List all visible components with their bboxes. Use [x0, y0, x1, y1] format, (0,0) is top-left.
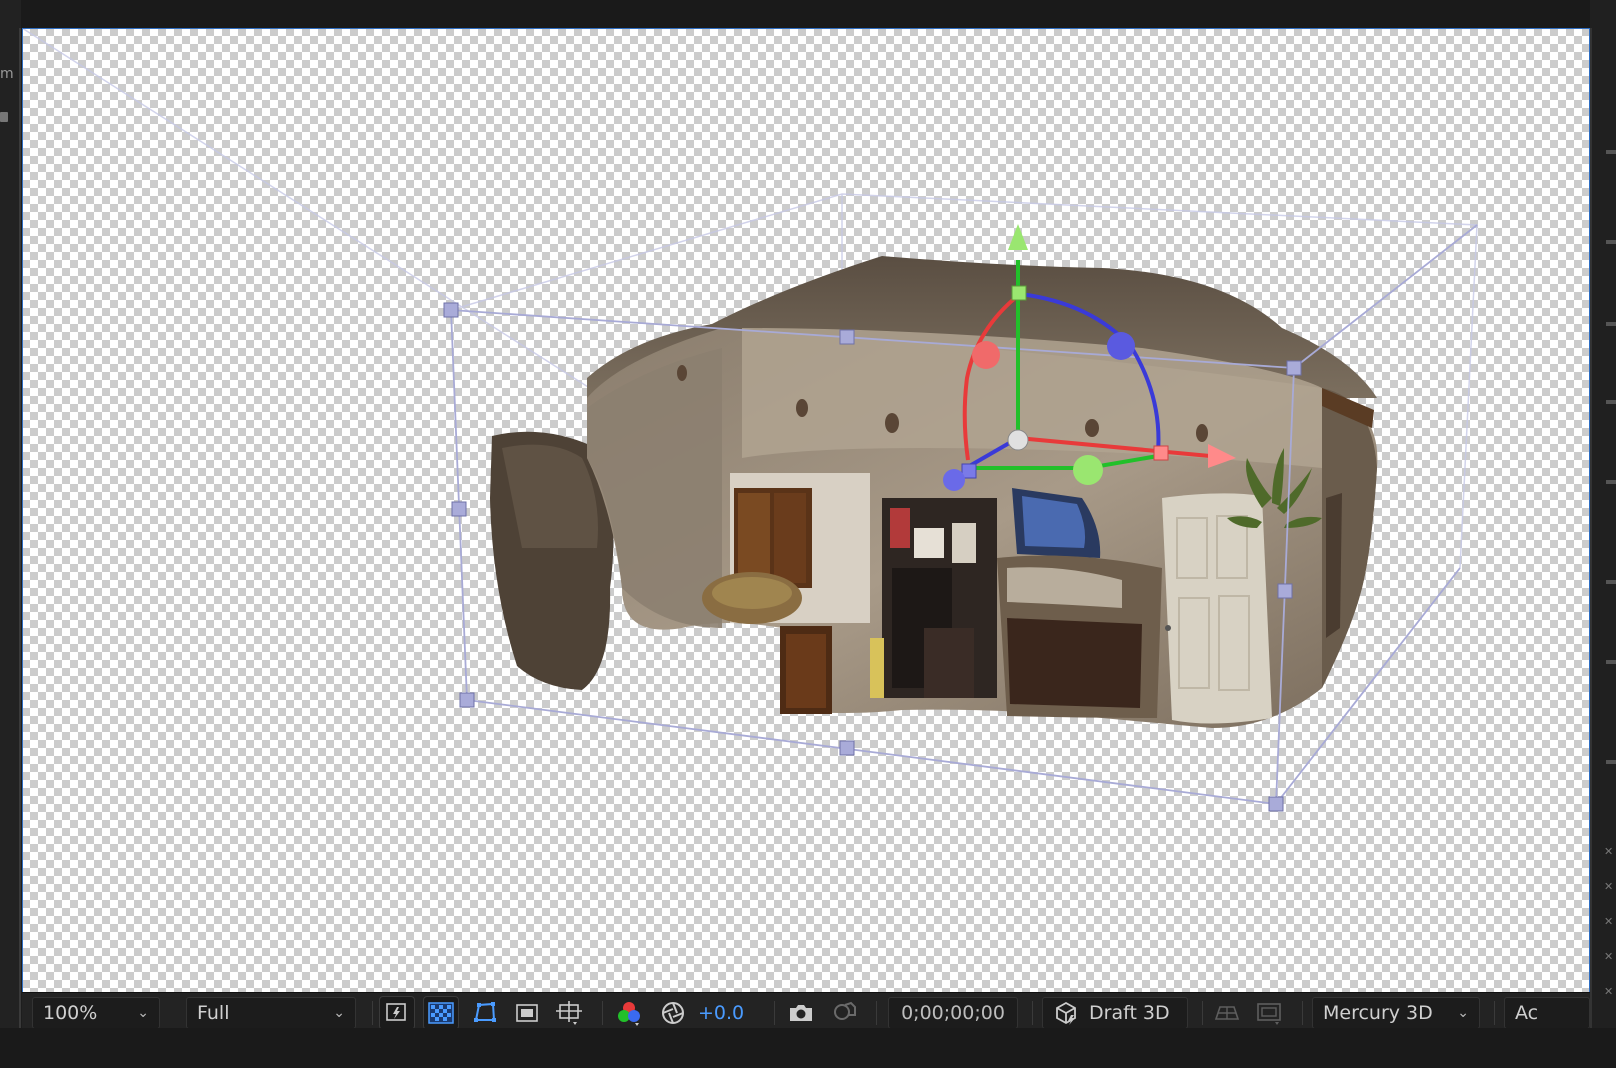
safe-margins-icon: [556, 1001, 582, 1025]
composition-viewer[interactable]: [22, 28, 1590, 992]
active-camera-dropdown[interactable]: Ac: [1504, 997, 1590, 1029]
left-panel-divider[interactable]: [19, 28, 21, 1028]
viewer-scene: [22, 28, 1478, 812]
toolbar-divider: [1032, 1001, 1033, 1025]
panel-tick: [1606, 660, 1616, 664]
show-snapshot-button[interactable]: [828, 997, 862, 1029]
region-of-interest-icon: [516, 1004, 538, 1022]
channels-button[interactable]: [612, 997, 646, 1029]
exposure-value[interactable]: +0.0: [698, 997, 744, 1029]
chevron-down-icon: ⌄: [1457, 1005, 1469, 1021]
draft-3d-cube-icon: [1056, 1001, 1076, 1025]
close-icon[interactable]: ✕: [1604, 880, 1613, 893]
resolution-dropdown[interactable]: Full ⌄: [186, 997, 356, 1029]
draft-3d-label: Draft 3D: [1089, 1002, 1170, 1024]
aperture-icon: [662, 1002, 684, 1024]
panel-top-bar: [0, 0, 1616, 28]
chevron-down-icon: ⌄: [333, 1005, 345, 1021]
safe-margins-button[interactable]: [552, 997, 586, 1029]
current-time-display[interactable]: 0;00;00;00: [888, 997, 1018, 1029]
fast-preview-button[interactable]: [379, 996, 415, 1030]
panel-tick: [1606, 480, 1616, 484]
panel-tick: [1606, 580, 1616, 584]
panel-tick: [1606, 150, 1616, 154]
mask-path-icon: [474, 1002, 496, 1022]
magnification-value: 100%: [43, 1002, 98, 1024]
renderer-dropdown[interactable]: Mercury 3D ⌄: [1312, 997, 1480, 1029]
fast-preview-icon: [386, 1003, 406, 1021]
toolbar-divider: [1494, 1001, 1495, 1025]
right-panel-edge: ✕ ✕ ✕ ✕ ✕: [1590, 0, 1616, 1068]
magnification-dropdown[interactable]: 100% ⌄: [32, 997, 160, 1029]
close-icon[interactable]: ✕: [1604, 950, 1613, 963]
panel-tick: [1606, 240, 1616, 244]
close-icon[interactable]: ✕: [1604, 985, 1613, 998]
reset-exposure-button[interactable]: [656, 997, 690, 1029]
transparency-grid-icon: [428, 1002, 454, 1024]
resolution-value: Full: [197, 1002, 230, 1024]
toolbar-divider: [876, 1001, 877, 1025]
room-3d-model[interactable]: [490, 256, 1378, 728]
panel-tick: [1606, 322, 1616, 326]
toolbar-divider: [774, 1001, 775, 1025]
show-snapshot-icon: [834, 1001, 856, 1020]
close-icon[interactable]: ✕: [1604, 845, 1613, 858]
renderer-value: Mercury 3D: [1323, 1002, 1433, 1024]
bottom-panel-area: [0, 1028, 1616, 1068]
ground-plane-button[interactable]: [1210, 997, 1244, 1029]
region-of-interest-button[interactable]: [510, 997, 544, 1029]
panel-tick: [1606, 400, 1616, 404]
mask-path-button[interactable]: [468, 997, 502, 1029]
extended-viewer-button[interactable]: [1252, 997, 1286, 1029]
take-snapshot-button[interactable]: [784, 997, 818, 1029]
close-icon[interactable]: ✕: [1604, 915, 1613, 928]
left-panel-edge: m: [0, 0, 21, 1068]
camera-icon: [790, 1005, 812, 1021]
toolbar-divider: [1202, 1001, 1203, 1025]
extended-viewer-icon: [1257, 1003, 1281, 1025]
rgb-channels-icon: [618, 1002, 640, 1026]
toolbar-divider: [1302, 1001, 1303, 1025]
toolbar-divider: [602, 1001, 603, 1025]
ground-plane-icon: [1214, 1006, 1240, 1020]
toolbar-divider: [372, 1001, 373, 1025]
viewer-toolbar: 100% ⌄ Full ⌄ +0.0 0;00;00;00 Draft 3D M…: [22, 992, 1590, 1030]
right-panel-divider[interactable]: [1590, 28, 1592, 1028]
left-panel-truncated-glyph: m: [0, 66, 14, 82]
draft-3d-button[interactable]: Draft 3D: [1042, 997, 1188, 1029]
transparency-grid-button[interactable]: [423, 996, 459, 1030]
panel-tick: [1606, 760, 1616, 764]
chevron-down-icon: ⌄: [137, 1005, 149, 1021]
active-camera-label: Ac: [1515, 1002, 1539, 1024]
lock-icon: [0, 112, 8, 122]
